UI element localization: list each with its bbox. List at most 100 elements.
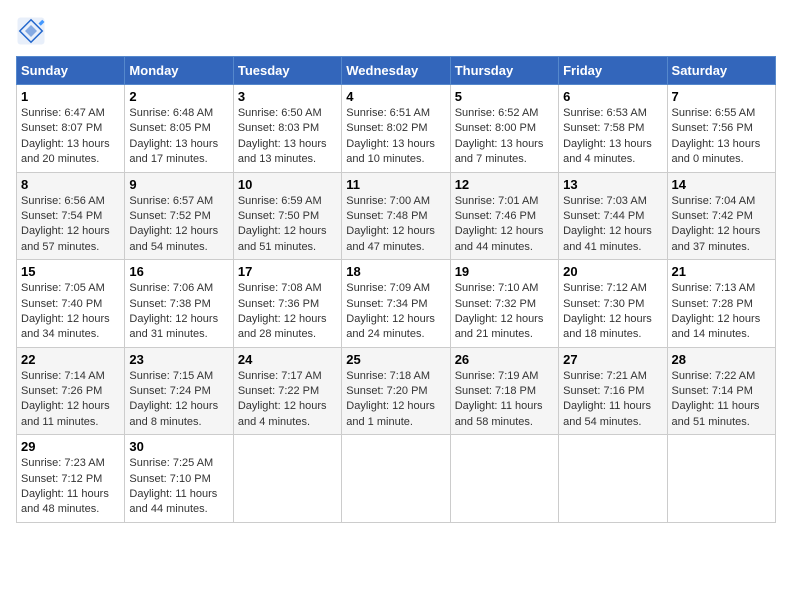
calendar-cell: 21 Sunrise: 7:13 AMSunset: 7:28 PMDaylig… bbox=[667, 260, 775, 348]
day-number: 1 bbox=[21, 89, 120, 104]
logo-icon bbox=[16, 16, 46, 46]
day-number: 25 bbox=[346, 352, 445, 367]
day-info: Sunrise: 6:59 AMSunset: 7:50 PMDaylight:… bbox=[238, 195, 327, 253]
day-number: 23 bbox=[129, 352, 228, 367]
calendar-header-row: SundayMondayTuesdayWednesdayThursdayFrid… bbox=[17, 57, 776, 85]
header-friday: Friday bbox=[559, 57, 667, 85]
calendar-cell: 2 Sunrise: 6:48 AMSunset: 8:05 PMDayligh… bbox=[125, 85, 233, 173]
day-info: Sunrise: 7:06 AMSunset: 7:38 PMDaylight:… bbox=[129, 282, 218, 340]
day-info: Sunrise: 7:22 AMSunset: 7:14 PMDaylight:… bbox=[672, 370, 760, 428]
day-info: Sunrise: 7:13 AMSunset: 7:28 PMDaylight:… bbox=[672, 282, 761, 340]
calendar-cell: 17 Sunrise: 7:08 AMSunset: 7:36 PMDaylig… bbox=[233, 260, 341, 348]
day-number: 27 bbox=[563, 352, 662, 367]
day-info: Sunrise: 7:10 AMSunset: 7:32 PMDaylight:… bbox=[455, 282, 544, 340]
day-info: Sunrise: 7:04 AMSunset: 7:42 PMDaylight:… bbox=[672, 195, 761, 253]
calendar-cell bbox=[233, 435, 341, 523]
day-number: 28 bbox=[672, 352, 771, 367]
day-info: Sunrise: 7:12 AMSunset: 7:30 PMDaylight:… bbox=[563, 282, 652, 340]
day-info: Sunrise: 6:56 AMSunset: 7:54 PMDaylight:… bbox=[21, 195, 110, 253]
day-info: Sunrise: 7:21 AMSunset: 7:16 PMDaylight:… bbox=[563, 370, 651, 428]
calendar-cell: 20 Sunrise: 7:12 AMSunset: 7:30 PMDaylig… bbox=[559, 260, 667, 348]
day-number: 6 bbox=[563, 89, 662, 104]
day-info: Sunrise: 7:09 AMSunset: 7:34 PMDaylight:… bbox=[346, 282, 435, 340]
day-info: Sunrise: 7:17 AMSunset: 7:22 PMDaylight:… bbox=[238, 370, 327, 428]
day-info: Sunrise: 7:03 AMSunset: 7:44 PMDaylight:… bbox=[563, 195, 652, 253]
day-number: 15 bbox=[21, 264, 120, 279]
day-info: Sunrise: 7:05 AMSunset: 7:40 PMDaylight:… bbox=[21, 282, 110, 340]
day-info: Sunrise: 6:53 AMSunset: 7:58 PMDaylight:… bbox=[563, 107, 652, 165]
day-number: 19 bbox=[455, 264, 554, 279]
calendar-cell: 28 Sunrise: 7:22 AMSunset: 7:14 PMDaylig… bbox=[667, 347, 775, 435]
day-number: 18 bbox=[346, 264, 445, 279]
calendar-cell: 3 Sunrise: 6:50 AMSunset: 8:03 PMDayligh… bbox=[233, 85, 341, 173]
page-header bbox=[16, 16, 776, 46]
day-number: 10 bbox=[238, 177, 337, 192]
header-monday: Monday bbox=[125, 57, 233, 85]
calendar-cell: 26 Sunrise: 7:19 AMSunset: 7:18 PMDaylig… bbox=[450, 347, 558, 435]
day-number: 3 bbox=[238, 89, 337, 104]
day-info: Sunrise: 7:19 AMSunset: 7:18 PMDaylight:… bbox=[455, 370, 543, 428]
calendar-cell: 7 Sunrise: 6:55 AMSunset: 7:56 PMDayligh… bbox=[667, 85, 775, 173]
week-row-5: 29 Sunrise: 7:23 AMSunset: 7:12 PMDaylig… bbox=[17, 435, 776, 523]
day-number: 11 bbox=[346, 177, 445, 192]
day-info: Sunrise: 7:14 AMSunset: 7:26 PMDaylight:… bbox=[21, 370, 110, 428]
day-info: Sunrise: 6:52 AMSunset: 8:00 PMDaylight:… bbox=[455, 107, 544, 165]
day-info: Sunrise: 6:50 AMSunset: 8:03 PMDaylight:… bbox=[238, 107, 327, 165]
calendar-cell: 27 Sunrise: 7:21 AMSunset: 7:16 PMDaylig… bbox=[559, 347, 667, 435]
calendar-cell: 13 Sunrise: 7:03 AMSunset: 7:44 PMDaylig… bbox=[559, 172, 667, 260]
day-number: 16 bbox=[129, 264, 228, 279]
calendar-cell: 16 Sunrise: 7:06 AMSunset: 7:38 PMDaylig… bbox=[125, 260, 233, 348]
calendar-cell: 11 Sunrise: 7:00 AMSunset: 7:48 PMDaylig… bbox=[342, 172, 450, 260]
day-info: Sunrise: 6:51 AMSunset: 8:02 PMDaylight:… bbox=[346, 107, 435, 165]
day-number: 13 bbox=[563, 177, 662, 192]
day-number: 26 bbox=[455, 352, 554, 367]
day-info: Sunrise: 6:48 AMSunset: 8:05 PMDaylight:… bbox=[129, 107, 218, 165]
day-number: 8 bbox=[21, 177, 120, 192]
day-number: 30 bbox=[129, 439, 228, 454]
day-number: 17 bbox=[238, 264, 337, 279]
calendar-cell: 24 Sunrise: 7:17 AMSunset: 7:22 PMDaylig… bbox=[233, 347, 341, 435]
header-thursday: Thursday bbox=[450, 57, 558, 85]
header-sunday: Sunday bbox=[17, 57, 125, 85]
day-number: 9 bbox=[129, 177, 228, 192]
calendar-cell: 8 Sunrise: 6:56 AMSunset: 7:54 PMDayligh… bbox=[17, 172, 125, 260]
day-number: 29 bbox=[21, 439, 120, 454]
day-info: Sunrise: 7:00 AMSunset: 7:48 PMDaylight:… bbox=[346, 195, 435, 253]
calendar-table: SundayMondayTuesdayWednesdayThursdayFrid… bbox=[16, 56, 776, 523]
calendar-cell: 23 Sunrise: 7:15 AMSunset: 7:24 PMDaylig… bbox=[125, 347, 233, 435]
calendar-cell: 10 Sunrise: 6:59 AMSunset: 7:50 PMDaylig… bbox=[233, 172, 341, 260]
calendar-cell: 4 Sunrise: 6:51 AMSunset: 8:02 PMDayligh… bbox=[342, 85, 450, 173]
calendar-cell: 1 Sunrise: 6:47 AMSunset: 8:07 PMDayligh… bbox=[17, 85, 125, 173]
day-info: Sunrise: 7:15 AMSunset: 7:24 PMDaylight:… bbox=[129, 370, 218, 428]
calendar-cell: 15 Sunrise: 7:05 AMSunset: 7:40 PMDaylig… bbox=[17, 260, 125, 348]
week-row-4: 22 Sunrise: 7:14 AMSunset: 7:26 PMDaylig… bbox=[17, 347, 776, 435]
day-number: 21 bbox=[672, 264, 771, 279]
day-info: Sunrise: 7:23 AMSunset: 7:12 PMDaylight:… bbox=[21, 457, 109, 515]
day-number: 7 bbox=[672, 89, 771, 104]
calendar-cell: 14 Sunrise: 7:04 AMSunset: 7:42 PMDaylig… bbox=[667, 172, 775, 260]
day-info: Sunrise: 6:55 AMSunset: 7:56 PMDaylight:… bbox=[672, 107, 761, 165]
calendar-cell: 18 Sunrise: 7:09 AMSunset: 7:34 PMDaylig… bbox=[342, 260, 450, 348]
day-number: 24 bbox=[238, 352, 337, 367]
calendar-cell: 6 Sunrise: 6:53 AMSunset: 7:58 PMDayligh… bbox=[559, 85, 667, 173]
day-info: Sunrise: 7:01 AMSunset: 7:46 PMDaylight:… bbox=[455, 195, 544, 253]
day-info: Sunrise: 7:18 AMSunset: 7:20 PMDaylight:… bbox=[346, 370, 435, 428]
calendar-cell: 5 Sunrise: 6:52 AMSunset: 8:00 PMDayligh… bbox=[450, 85, 558, 173]
day-info: Sunrise: 7:25 AMSunset: 7:10 PMDaylight:… bbox=[129, 457, 217, 515]
week-row-2: 8 Sunrise: 6:56 AMSunset: 7:54 PMDayligh… bbox=[17, 172, 776, 260]
calendar-cell: 19 Sunrise: 7:10 AMSunset: 7:32 PMDaylig… bbox=[450, 260, 558, 348]
day-info: Sunrise: 6:47 AMSunset: 8:07 PMDaylight:… bbox=[21, 107, 110, 165]
calendar-body: 1 Sunrise: 6:47 AMSunset: 8:07 PMDayligh… bbox=[17, 85, 776, 523]
calendar-cell: 22 Sunrise: 7:14 AMSunset: 7:26 PMDaylig… bbox=[17, 347, 125, 435]
calendar-cell bbox=[450, 435, 558, 523]
header-saturday: Saturday bbox=[667, 57, 775, 85]
day-number: 20 bbox=[563, 264, 662, 279]
week-row-1: 1 Sunrise: 6:47 AMSunset: 8:07 PMDayligh… bbox=[17, 85, 776, 173]
header-tuesday: Tuesday bbox=[233, 57, 341, 85]
calendar-cell: 9 Sunrise: 6:57 AMSunset: 7:52 PMDayligh… bbox=[125, 172, 233, 260]
calendar-cell: 25 Sunrise: 7:18 AMSunset: 7:20 PMDaylig… bbox=[342, 347, 450, 435]
calendar-cell: 12 Sunrise: 7:01 AMSunset: 7:46 PMDaylig… bbox=[450, 172, 558, 260]
day-number: 14 bbox=[672, 177, 771, 192]
logo bbox=[16, 16, 50, 46]
calendar-cell: 29 Sunrise: 7:23 AMSunset: 7:12 PMDaylig… bbox=[17, 435, 125, 523]
